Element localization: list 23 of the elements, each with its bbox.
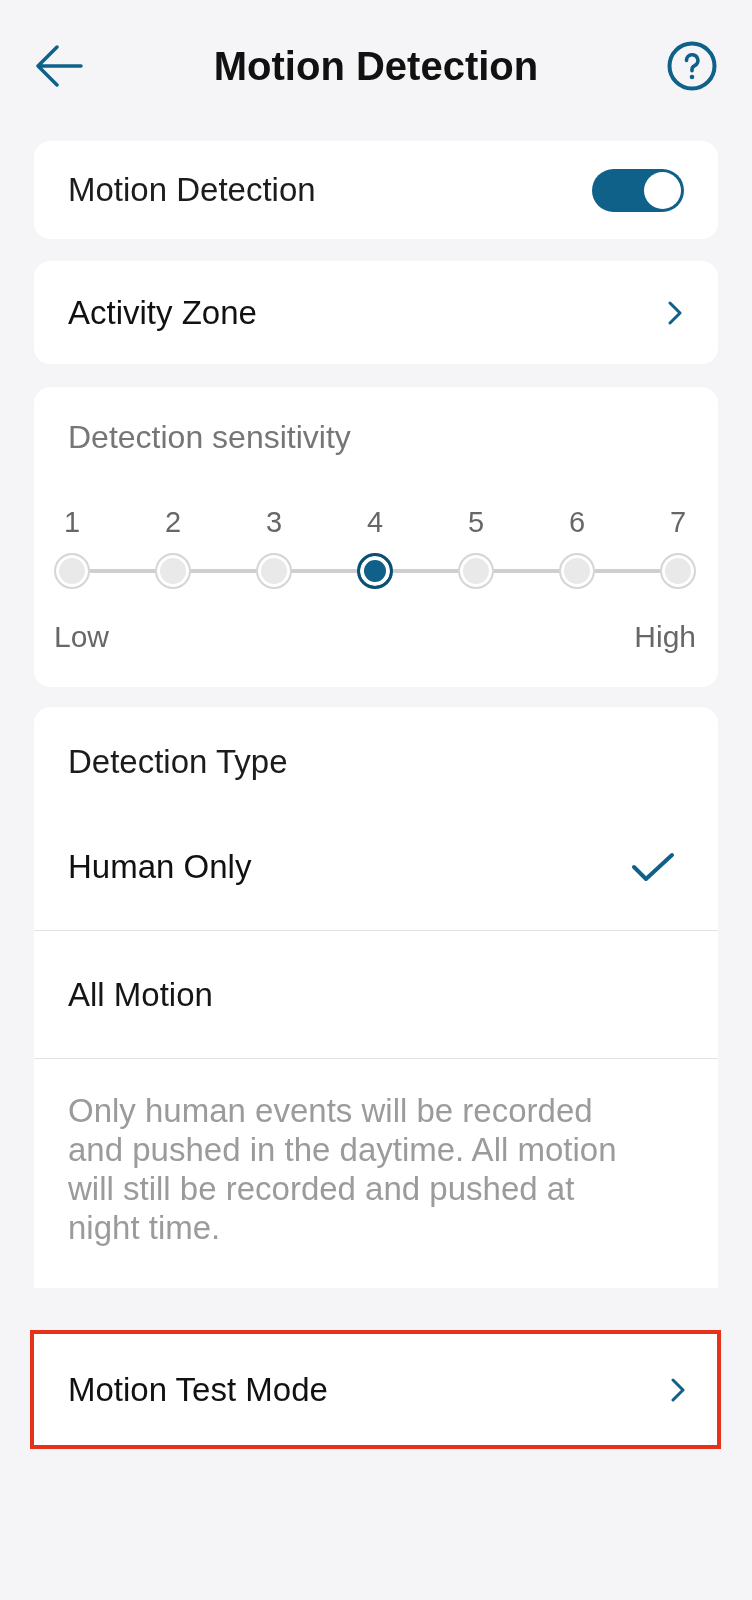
step-number: 3 xyxy=(265,505,283,539)
chevron-right-icon xyxy=(667,300,683,325)
scale-label: Low xyxy=(54,619,110,654)
page-title: Motion Detection xyxy=(213,43,539,90)
chevron-right-icon xyxy=(670,1377,686,1402)
step-number: 7 xyxy=(669,505,687,539)
toggle-switch[interactable] xyxy=(592,168,684,212)
step-number: 2 xyxy=(164,505,182,539)
step-number: 6 xyxy=(568,505,586,539)
step-number: 4 xyxy=(366,505,384,539)
setting-label: Motion Detection xyxy=(68,170,316,210)
settings-row[interactable]: Activity Zone xyxy=(34,261,718,364)
settings-row[interactable]: Motion Test Mode xyxy=(34,1334,717,1445)
description-text: Only human events will be recorded and pushed in the daytime. All motion will still be recorded and pushed at night time. xyxy=(68,1091,618,1247)
step-dot[interactable] xyxy=(357,553,393,589)
back-arrow-icon[interactable] xyxy=(35,45,83,87)
section-title: Detection Type xyxy=(68,743,288,781)
step-number: 1 xyxy=(63,505,81,539)
check-icon xyxy=(631,851,675,882)
section-label: Detection sensitivity xyxy=(68,419,351,455)
help-icon[interactable] xyxy=(667,41,717,91)
step-number: 5 xyxy=(467,505,485,539)
scale-label: High xyxy=(634,619,696,654)
